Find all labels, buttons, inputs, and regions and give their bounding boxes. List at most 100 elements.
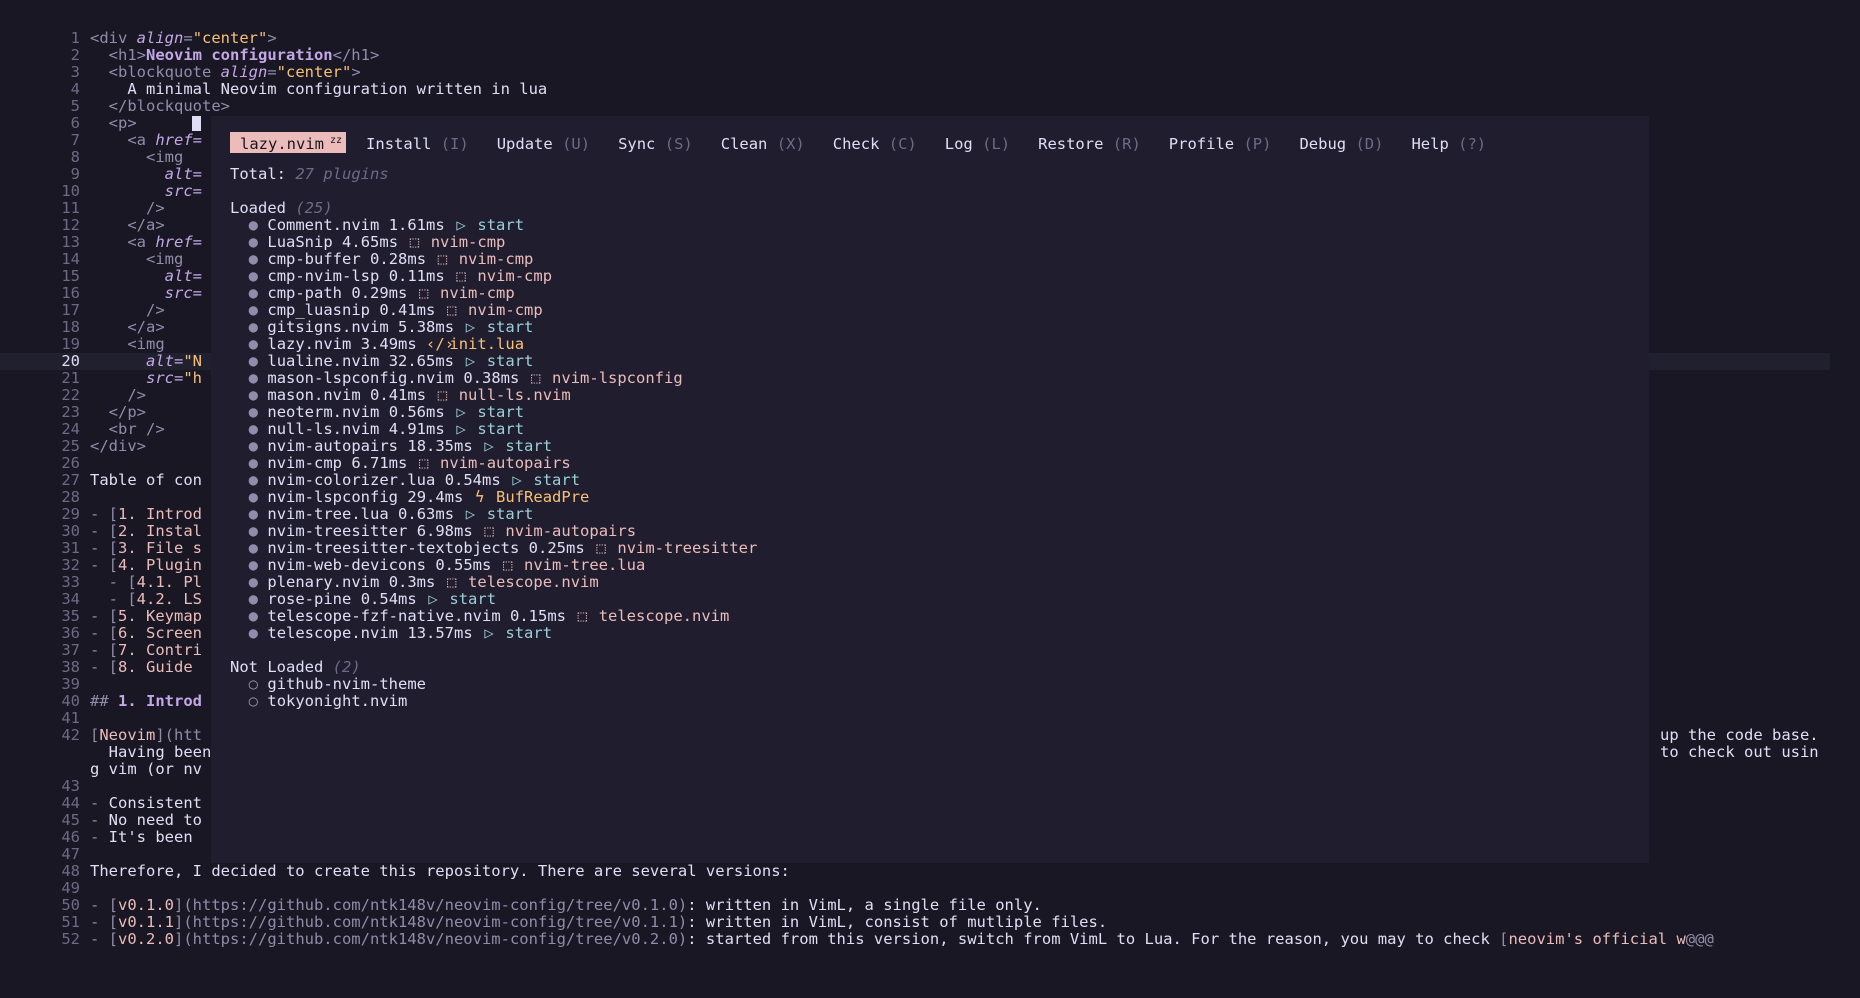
- plugin-name: mason-lspconfig.nvim: [267, 369, 454, 387]
- line-content: - [2. Instal: [90, 523, 202, 540]
- line-content: Table of con: [90, 472, 202, 489]
- plugin-row[interactable]: ● mason-lspconfig.nvim 0.38ms ⬚ nvim-lsp…: [230, 370, 683, 387]
- plugin-row[interactable]: ● nvim-lspconfig 29.4ms ϟ BufReadPre: [230, 488, 590, 506]
- plugin-load-time: 0.41ms: [379, 301, 436, 319]
- plugin-row[interactable]: ● cmp-buffer 0.28ms ⬚ nvim-cmp: [230, 250, 534, 268]
- plugin-row[interactable]: ● nvim-autopairs 18.35ms ▷ start: [230, 438, 552, 455]
- code-token: <blockquote: [90, 63, 221, 81]
- plugin-row[interactable]: ● lualine.nvim 32.65ms ▷ start: [230, 352, 534, 370]
- tab-log[interactable]: Log (L): [945, 135, 1010, 153]
- line-number: 5: [70, 97, 80, 115]
- plugin-name: nvim-cmp: [267, 454, 343, 472]
- line-content: - [5. Keymap: [90, 608, 202, 625]
- plugin-load-time: 4.91ms: [388, 420, 445, 438]
- plugin-row[interactable]: ● LuaSnip 4.65ms ⬚ nvim-cmp: [230, 234, 506, 251]
- plugin-name: lazy.nvim: [267, 335, 352, 353]
- tab-restore[interactable]: Restore (R): [1038, 135, 1141, 153]
- plugin-row[interactable]: ● rose-pine 0.54ms ▷ start: [230, 591, 496, 608]
- tab-help[interactable]: Help (?): [1411, 135, 1486, 153]
- line-number: 18: [61, 318, 80, 336]
- plugin-row[interactable]: ● cmp_luasnip 0.41ms ⬚ nvim-cmp: [230, 302, 543, 319]
- plugin-source: start: [533, 471, 581, 489]
- tab-install[interactable]: Install (I): [366, 135, 469, 153]
- line-number: 30: [61, 522, 80, 540]
- plugin-row[interactable]: ● telescope.nvim 13.57ms ▷ start: [230, 625, 552, 642]
- plugin-load-time: 1.61ms: [388, 216, 445, 234]
- tab-sync[interactable]: Sync (S): [618, 135, 693, 153]
- line-content: - [3. File s: [90, 540, 202, 557]
- loaded-bullet-icon: ●: [248, 505, 259, 523]
- plugin-row[interactable]: ● nvim-treesitter-textobjects 0.25ms ⬚ n…: [230, 539, 758, 557]
- tab-check[interactable]: Check (C): [833, 135, 917, 153]
- tab-lazy-nvim[interactable]: lazy.nvim zz: [230, 132, 347, 154]
- line-number: 4: [70, 80, 80, 98]
- code-token: -: [90, 828, 109, 846]
- plugin-row[interactable]: ● null-ls.nvim 4.91ms ▷ start: [230, 421, 524, 438]
- loaded-bullet-icon: ●: [248, 488, 259, 506]
- code-token: />: [90, 386, 146, 404]
- line-content: />: [90, 200, 165, 217]
- line-content: src=: [90, 183, 202, 200]
- tab-update[interactable]: Update (U): [497, 135, 590, 153]
- plugin-load-time: 0.63ms: [398, 505, 455, 523]
- package-icon: ⬚: [437, 250, 448, 268]
- code-token: </blockquote>: [90, 97, 230, 115]
- plugin-row[interactable]: ● mason.nvim 0.41ms ⬚ null-ls.nvim: [230, 387, 571, 404]
- plugin-row-not-loaded[interactable]: ○ github-nvim-theme: [230, 676, 426, 693]
- plugin-row-not-loaded[interactable]: ○ tokyonight.nvim: [230, 693, 408, 710]
- plugin-row[interactable]: ● cmp-nvim-lsp 0.11ms ⬚ nvim-cmp: [230, 268, 552, 285]
- plugin-source: start: [477, 216, 525, 234]
- tab-label: Update: [496, 135, 553, 154]
- plugin-source: start: [486, 352, 534, 370]
- loaded-bullet-icon: ●: [248, 590, 259, 608]
- plugin-name: cmp_luasnip: [267, 301, 371, 319]
- plugin-row[interactable]: ● nvim-web-devicons 0.55ms ⬚ nvim-tree.l…: [230, 557, 646, 574]
- line-number: 27: [61, 471, 80, 489]
- lazy-nvim-window: lazy.nvim zz Install (I) Update (U) Sync (S)…: [211, 116, 1649, 863]
- plugin-source: nvim-cmp: [458, 250, 534, 268]
- plugin-row[interactable]: ● nvim-colorizer.lua 0.54ms ▷ start: [230, 472, 580, 489]
- line-number: 38: [61, 658, 80, 676]
- line-number: 14: [61, 250, 80, 268]
- plugin-name: nvim-tree.lua: [267, 505, 389, 523]
- code-token: 1. Introd: [118, 692, 202, 710]
- plugin-row[interactable]: ● Comment.nvim 1.61ms ▷ start: [230, 217, 524, 234]
- plugin-row[interactable]: ● nvim-cmp 6.71ms ⬚ nvim-autopairs: [230, 455, 571, 472]
- plugin-row[interactable]: ● nvim-treesitter 6.98ms ⬚ nvim-autopair…: [230, 523, 636, 540]
- line-number: 17: [61, 301, 80, 319]
- play-icon: ▷: [484, 624, 494, 642]
- plugin-row[interactable]: ● nvim-tree.lua 0.63ms ▷ start: [230, 505, 534, 523]
- line-number: 44: [61, 794, 80, 812]
- line-content: g vim (or nv: [90, 761, 202, 778]
- code-token: </a>: [90, 318, 165, 336]
- package-icon: ⬚: [484, 522, 494, 540]
- line-content: - [7. Contri: [90, 642, 202, 659]
- plugin-source: nvim-treesitter: [617, 539, 758, 557]
- line-number: 35: [61, 607, 80, 625]
- tab-clean[interactable]: Clean (X): [721, 135, 805, 153]
- plugin-row[interactable]: ● plenary.nvim 0.3ms ⬚ telescope.nvim: [230, 574, 599, 591]
- play-icon: ▷: [456, 216, 466, 234]
- editor-line: 52 - [v0.2.0](https://github.com/ntk148v/…: [0, 931, 1860, 948]
- plugin-row[interactable]: ● gitsigns.nvim 5.38ms ▷ start: [230, 319, 534, 336]
- notloaded-label: Not Loaded: [230, 658, 324, 676]
- plugin-row[interactable]: ● neoterm.nvim 0.56ms ▷ start: [230, 404, 524, 421]
- tab-debug[interactable]: Debug (D): [1299, 135, 1383, 153]
- total-label: Total:: [230, 165, 286, 183]
- line-content: </div>: [90, 438, 146, 455]
- line-content: - Consistent: [90, 795, 202, 812]
- plugin-row[interactable]: ● lazy.nvim 3.49ms ‹/› init.lua: [230, 336, 524, 353]
- line-content: </blockquote>: [90, 98, 230, 115]
- line-number: 6: [70, 114, 80, 132]
- line-number: 12: [61, 216, 80, 234]
- plugin-row[interactable]: ● cmp-path 0.29ms ⬚ nvim-cmp: [230, 285, 515, 302]
- code-token: <h1>: [90, 46, 146, 64]
- tab-shortcut: (U): [562, 135, 591, 154]
- plugin-source: init.lua: [449, 335, 525, 353]
- event-icon: ϟ: [475, 488, 485, 506]
- tab-profile[interactable]: Profile (P): [1169, 135, 1272, 153]
- plugin-name: Comment.nvim: [267, 216, 380, 234]
- plugin-row[interactable]: ● telescope-fzf-native.nvim 0.15ms ⬚ tel…: [230, 608, 730, 625]
- tab-label: lazy.nvim: [240, 135, 324, 154]
- code-token: "center": [276, 63, 352, 81]
